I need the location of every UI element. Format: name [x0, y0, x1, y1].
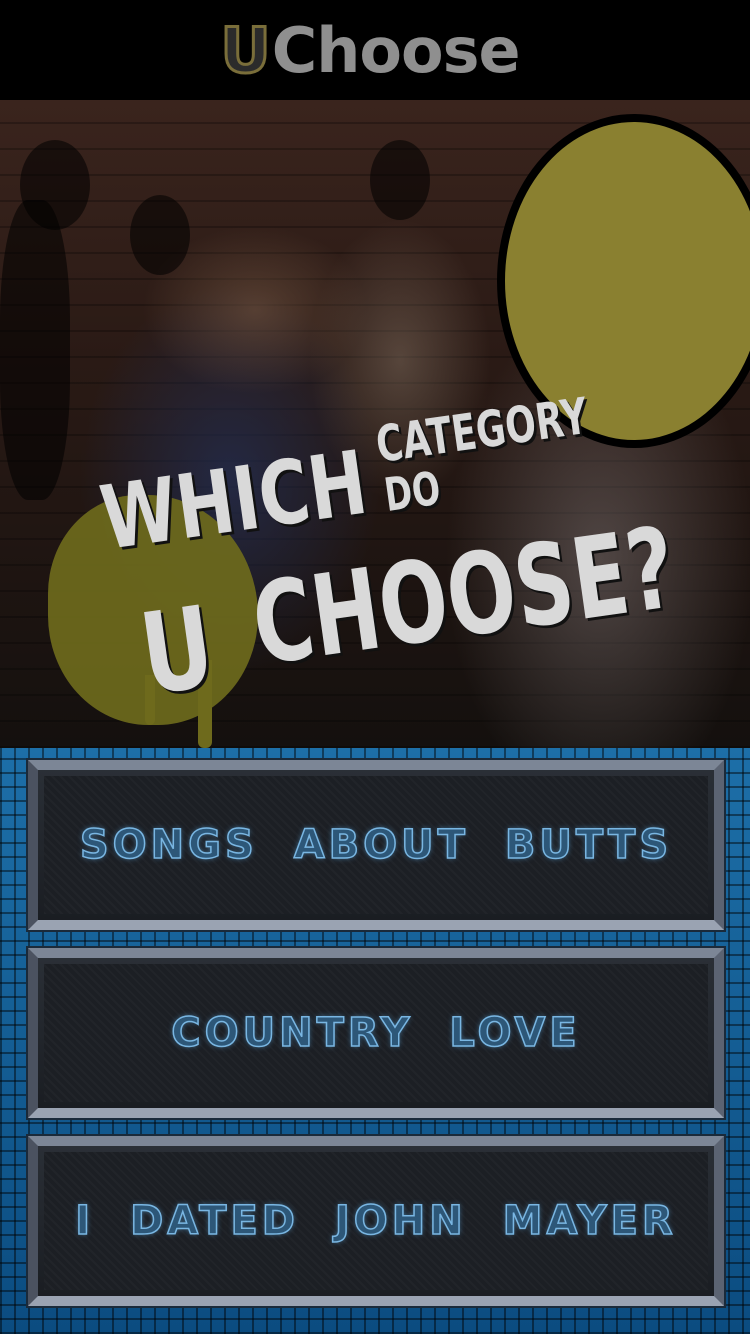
olive-circle-badge: [497, 114, 750, 448]
hero-photo: WHICH CATEGORY DO U CHOOSE?: [0, 100, 750, 748]
category-option-label: I DATED JOHN MAYER: [75, 1197, 677, 1245]
logo-u: U: [219, 12, 272, 88]
category-option-3[interactable]: I DATED JOHN MAYER: [28, 1136, 724, 1306]
app-header: U Choose: [0, 0, 750, 100]
crowd-figure: [370, 140, 430, 220]
crowd-figure: [0, 200, 70, 500]
paint-drip: [145, 675, 155, 725]
app-logo: U Choose: [219, 12, 521, 88]
headline-do: DO: [381, 460, 444, 522]
category-option-2[interactable]: COUNTRY LOVE: [28, 948, 724, 1118]
category-options: SONGS ABOUT BUTTS COUNTRY LOVE I DATED J…: [0, 748, 750, 1334]
headline-choose: CHOOSE?: [245, 503, 683, 691]
logo-choose: Choose: [271, 13, 521, 87]
crowd-figure: [130, 195, 190, 275]
category-option-label: COUNTRY LOVE: [171, 1009, 581, 1057]
category-option-label: SONGS ABOUT BUTTS: [79, 821, 673, 869]
category-option-1[interactable]: SONGS ABOUT BUTTS: [28, 760, 724, 930]
paint-drip: [198, 660, 212, 748]
